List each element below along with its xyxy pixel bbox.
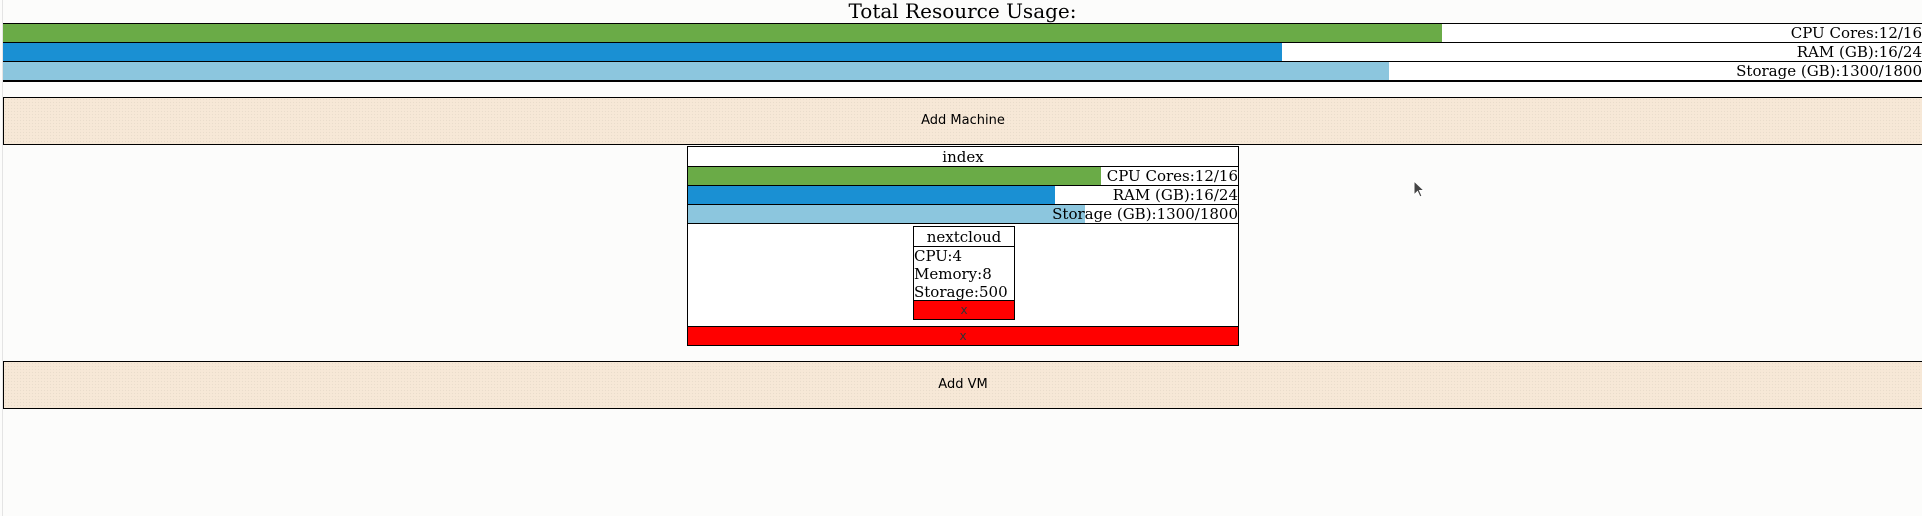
vm-cpu: CPU:4 xyxy=(914,247,963,265)
machine-title: index xyxy=(688,147,1238,167)
machine-cpu-bar: CPU Cores:12/16 xyxy=(688,167,1238,185)
app-root: Total Resource Usage: CPU Cores:12/16 RA… xyxy=(0,0,1922,516)
machine-cpu-bar-label: CPU Cores:12/16 xyxy=(1106,167,1238,185)
total-usage-bars: CPU Cores:12/16 RAM (GB):16/24 Storage (… xyxy=(3,23,1922,82)
total-ram-bar: RAM (GB):16/24 xyxy=(3,42,1922,61)
machine-usage-bars: CPU Cores:12/16 RAM (GB):16/24 Storage (… xyxy=(688,167,1238,224)
vm-memory: Memory:8 xyxy=(914,265,992,283)
total-ram-bar-label: RAM (GB):16/24 xyxy=(1796,43,1922,61)
total-cpu-bar: CPU Cores:12/16 xyxy=(3,24,1922,42)
total-storage-bar: Storage (GB):1300/1800 xyxy=(3,61,1922,80)
total-cpu-bar-label: CPU Cores:12/16 xyxy=(1790,24,1922,42)
vm-title: nextcloud xyxy=(914,227,1014,247)
total-usage-title: Total Resource Usage: xyxy=(848,0,1077,23)
total-storage-bar-label: Storage (GB):1300/1800 xyxy=(1736,62,1922,80)
total-cpu-bar-fill xyxy=(3,24,1443,42)
mouse-pointer-icon xyxy=(1413,180,1426,198)
delete-machine-button[interactable]: x xyxy=(688,326,1238,345)
delete-vm-button[interactable]: x xyxy=(914,300,1014,319)
total-storage-bar-fill xyxy=(3,62,1389,80)
machine-ram-bar: RAM (GB):16/24 xyxy=(688,185,1238,204)
machine-storage-bar-fill xyxy=(688,205,1086,223)
add-vm-button[interactable]: Add VM xyxy=(3,361,1922,409)
machine-cpu-bar-fill xyxy=(688,167,1101,185)
machine-ram-bar-label: RAM (GB):16/24 xyxy=(1112,186,1238,204)
vm-card: nextcloud CPU:4 Memory:8 Storage:500 x xyxy=(913,226,1015,320)
total-ram-bar-fill xyxy=(3,43,1283,61)
machine-card: index CPU Cores:12/16 RAM (GB):16/24 Sto… xyxy=(687,146,1239,346)
add-machine-button[interactable]: Add Machine xyxy=(3,97,1922,145)
machine-storage-bar: Storage (GB):1300/1800 xyxy=(688,204,1238,223)
vm-storage: Storage:500 xyxy=(914,283,1008,301)
machine-ram-bar-fill xyxy=(688,186,1055,204)
machine-storage-bar-label: Storage (GB):1300/1800 xyxy=(1052,205,1238,223)
